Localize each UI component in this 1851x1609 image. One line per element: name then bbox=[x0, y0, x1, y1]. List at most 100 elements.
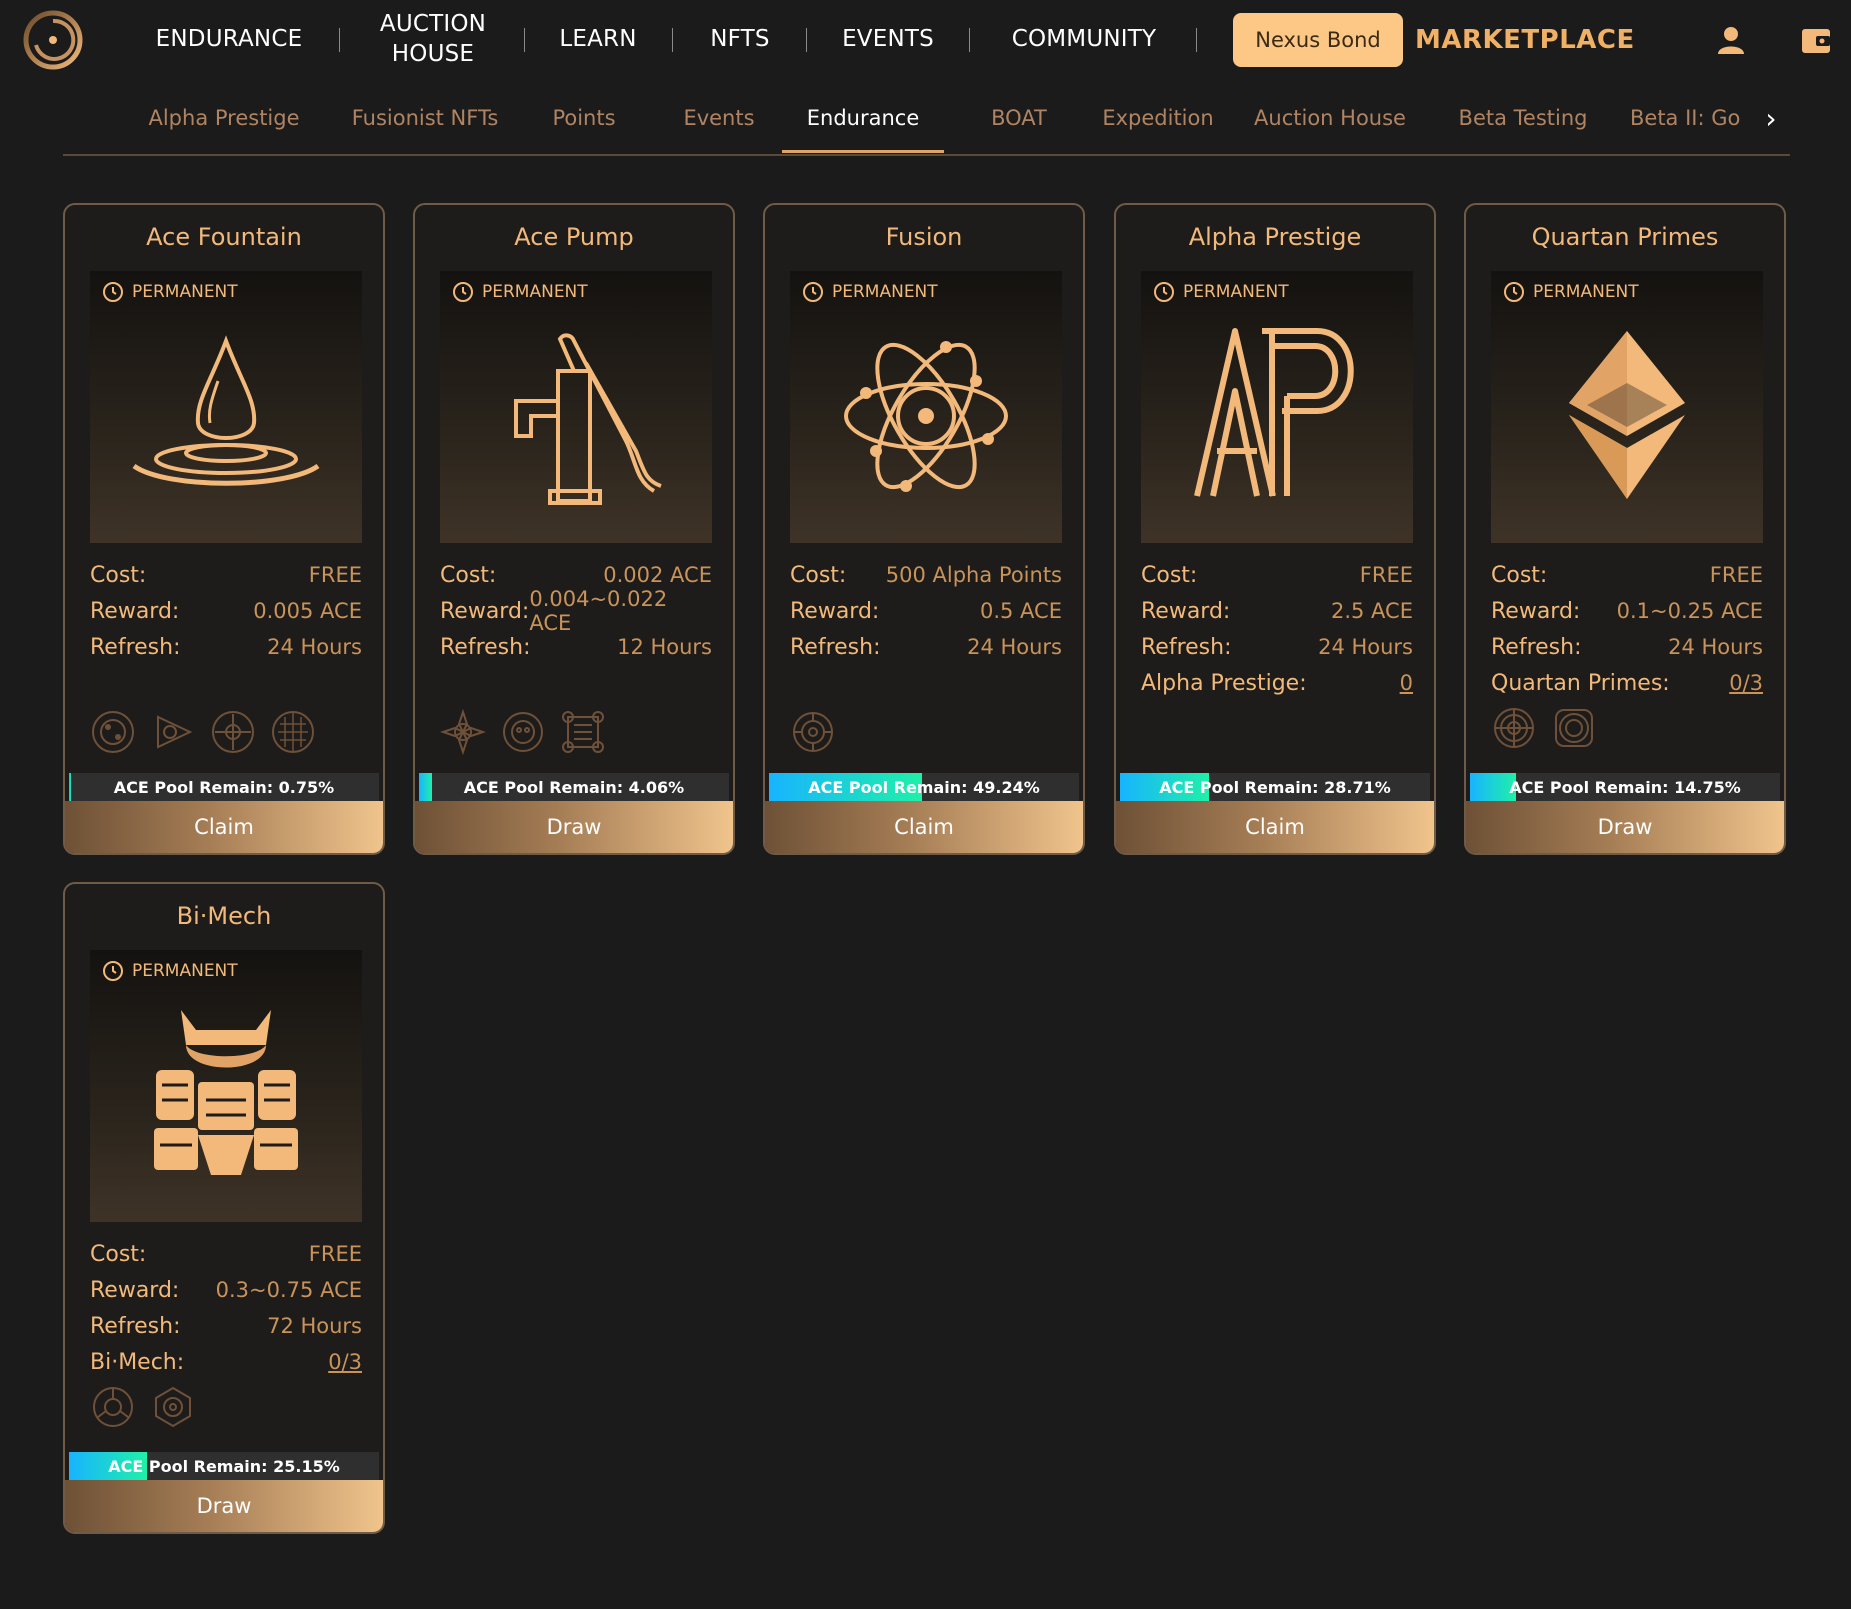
stat-label: Refresh: bbox=[790, 634, 881, 660]
stat-value: 2.5 ACE bbox=[1330, 599, 1413, 623]
clock-icon bbox=[1154, 282, 1174, 302]
nav-learn[interactable]: LEARN bbox=[548, 0, 648, 80]
card-title: Ace Fountain bbox=[146, 223, 302, 251]
stat-value: FREE bbox=[1709, 563, 1763, 587]
nft-badge-icon[interactable] bbox=[440, 709, 486, 755]
alpha-prestige-count-link[interactable]: 0 bbox=[1400, 671, 1413, 695]
tab-alpha-prestige[interactable]: Alpha Prestige bbox=[143, 90, 305, 146]
card-image: PERMANENT bbox=[1491, 271, 1763, 543]
nav-divider bbox=[339, 28, 340, 52]
draw-button[interactable]: Draw bbox=[415, 801, 733, 853]
nav-nfts[interactable]: NFTS bbox=[695, 0, 785, 80]
permanent-badge: PERMANENT bbox=[802, 281, 938, 303]
stat-label: Reward: bbox=[90, 598, 180, 624]
card-stats: Cost: FREE Reward: 2.5 ACE Refresh: 24 Hour… bbox=[1141, 557, 1413, 701]
nav-divider bbox=[806, 28, 807, 52]
endurance-card: Quartan Primes PERMANENT Cost: FREE Rewar… bbox=[1464, 203, 1786, 855]
water-drop-icon bbox=[132, 335, 320, 486]
stat-label: Alpha Prestige: bbox=[1141, 670, 1307, 696]
ace-pool-bar: ACE Pool Remain: 0.75% bbox=[69, 773, 379, 801]
stat-label: Cost: bbox=[1141, 562, 1198, 588]
nft-badge-icon[interactable] bbox=[90, 1384, 136, 1430]
stat-value: FREE bbox=[308, 1242, 362, 1266]
nft-badge-icon[interactable] bbox=[1551, 705, 1597, 751]
tab-boat[interactable]: BOAT bbox=[963, 90, 1075, 146]
nav-auction-house[interactable]: AUCTION HOUSE bbox=[363, 0, 503, 80]
stat-row: Refresh: 24 Hours bbox=[790, 629, 1062, 665]
clock-icon bbox=[1504, 282, 1524, 302]
tab-beta-testing[interactable]: Beta Testing bbox=[1438, 90, 1608, 146]
stat-value: 24 Hours bbox=[1318, 635, 1413, 659]
nav-marketplace[interactable]: MARKETPLACE bbox=[1415, 0, 1635, 80]
endurance-card: Fusion PERMANENT Cost: 500 Alpha Points R… bbox=[763, 203, 1085, 855]
claim-button[interactable]: Claim bbox=[765, 801, 1083, 853]
tab-endurance[interactable]: Endurance bbox=[782, 90, 944, 146]
nft-icons bbox=[440, 709, 606, 755]
stat-label: Quartan Primes: bbox=[1491, 670, 1670, 696]
claim-button[interactable]: Claim bbox=[65, 801, 383, 853]
card-stats: Cost: FREE Reward: 0.3~0.75 ACE Refresh: 72… bbox=[90, 1236, 362, 1380]
nav-events[interactable]: EVENTS bbox=[830, 0, 946, 80]
stat-row: Reward: 0.5 ACE bbox=[790, 593, 1062, 629]
nft-badge-icon[interactable] bbox=[500, 709, 546, 755]
stat-label: Cost: bbox=[790, 562, 847, 588]
stat-row: Cost: 500 Alpha Points bbox=[790, 557, 1062, 593]
stat-row: Cost: FREE bbox=[90, 557, 362, 593]
clock-icon bbox=[803, 282, 823, 302]
nft-badge-icon[interactable] bbox=[90, 709, 136, 755]
nft-badge-icon[interactable] bbox=[1491, 705, 1537, 751]
tab-fusionist-nfts[interactable]: Fusionist NFTs bbox=[335, 90, 515, 146]
ace-pool-bar: ACE Pool Remain: 49.24% bbox=[769, 773, 1079, 801]
stat-row: Reward: 0.005 ACE bbox=[90, 593, 362, 629]
claim-button[interactable]: Claim bbox=[1116, 801, 1434, 853]
nav-endurance[interactable]: ENDURANCE bbox=[148, 0, 310, 80]
tab-events[interactable]: Events bbox=[668, 90, 770, 146]
stat-row: Cost: FREE bbox=[90, 1236, 362, 1272]
nft-badge-icon[interactable] bbox=[560, 709, 606, 755]
card-stats: Cost: 500 Alpha Points Reward: 0.5 ACE Ref… bbox=[790, 557, 1062, 665]
permanent-badge: PERMANENT bbox=[452, 281, 588, 303]
card-image: PERMANENT bbox=[90, 950, 362, 1222]
nft-badge-icon[interactable] bbox=[790, 709, 836, 755]
pool-label: ACE Pool Remain: 28.71% bbox=[1159, 777, 1391, 797]
permanent-label: PERMANENT bbox=[1533, 282, 1639, 302]
clock-icon bbox=[453, 282, 473, 302]
card-image: PERMANENT bbox=[1141, 271, 1413, 543]
pool-label: ACE Pool Remain: 0.75% bbox=[113, 777, 335, 797]
stat-row: Bi·Mech: 0/3 bbox=[90, 1344, 362, 1380]
quartan-primes-count-link[interactable]: 0/3 bbox=[1729, 671, 1763, 695]
logo-icon[interactable] bbox=[22, 9, 84, 71]
nft-badge-icon[interactable] bbox=[210, 709, 256, 755]
stat-label: Reward: bbox=[1141, 598, 1231, 624]
stat-label: Cost: bbox=[90, 1241, 147, 1267]
stat-row: Refresh: 24 Hours bbox=[90, 629, 362, 665]
permanent-label: PERMANENT bbox=[1183, 282, 1289, 302]
nav-community[interactable]: COMMUNITY bbox=[994, 0, 1174, 80]
draw-button[interactable]: Draw bbox=[1466, 801, 1784, 853]
nft-badge-icon[interactable] bbox=[270, 709, 316, 755]
stat-value: 72 Hours bbox=[267, 1314, 362, 1338]
card-stats: Cost: 0.002 ACE Reward: 0.004~0.022 ACE Re… bbox=[440, 557, 712, 665]
pool-label: ACE Pool Remain: 14.75% bbox=[1509, 777, 1741, 797]
stat-value: 12 Hours bbox=[617, 635, 712, 659]
nft-badge-icon[interactable] bbox=[150, 709, 196, 755]
permanent-badge: PERMANENT bbox=[1503, 281, 1639, 303]
tab-auction-house[interactable]: Auction House bbox=[1250, 90, 1410, 146]
stat-value: 24 Hours bbox=[967, 635, 1062, 659]
sub-tabs: Alpha Prestige Fusionist NFTs Points Eve… bbox=[63, 90, 1790, 156]
stat-value: 24 Hours bbox=[1668, 635, 1763, 659]
wallet-icon[interactable] bbox=[1798, 22, 1834, 58]
endurance-card: Ace Fountain PERMANENT Cost: FREE Reward:… bbox=[63, 203, 385, 855]
mech-robot-icon bbox=[154, 1010, 298, 1175]
nexus-bond-button[interactable]: Nexus Bond bbox=[1233, 13, 1403, 67]
tab-expedition[interactable]: Expedition bbox=[1093, 90, 1223, 146]
stat-value: FREE bbox=[1359, 563, 1413, 587]
bimech-count-link[interactable]: 0/3 bbox=[328, 1350, 362, 1374]
tab-points[interactable]: Points bbox=[533, 90, 635, 146]
user-icon[interactable] bbox=[1713, 22, 1749, 58]
card-title: Bi·Mech bbox=[176, 902, 272, 930]
draw-button[interactable]: Draw bbox=[65, 1480, 383, 1532]
nft-badge-icon[interactable] bbox=[150, 1384, 196, 1430]
stat-label: Reward: bbox=[90, 1277, 180, 1303]
chevron-right-icon[interactable]: › bbox=[1751, 90, 1791, 146]
